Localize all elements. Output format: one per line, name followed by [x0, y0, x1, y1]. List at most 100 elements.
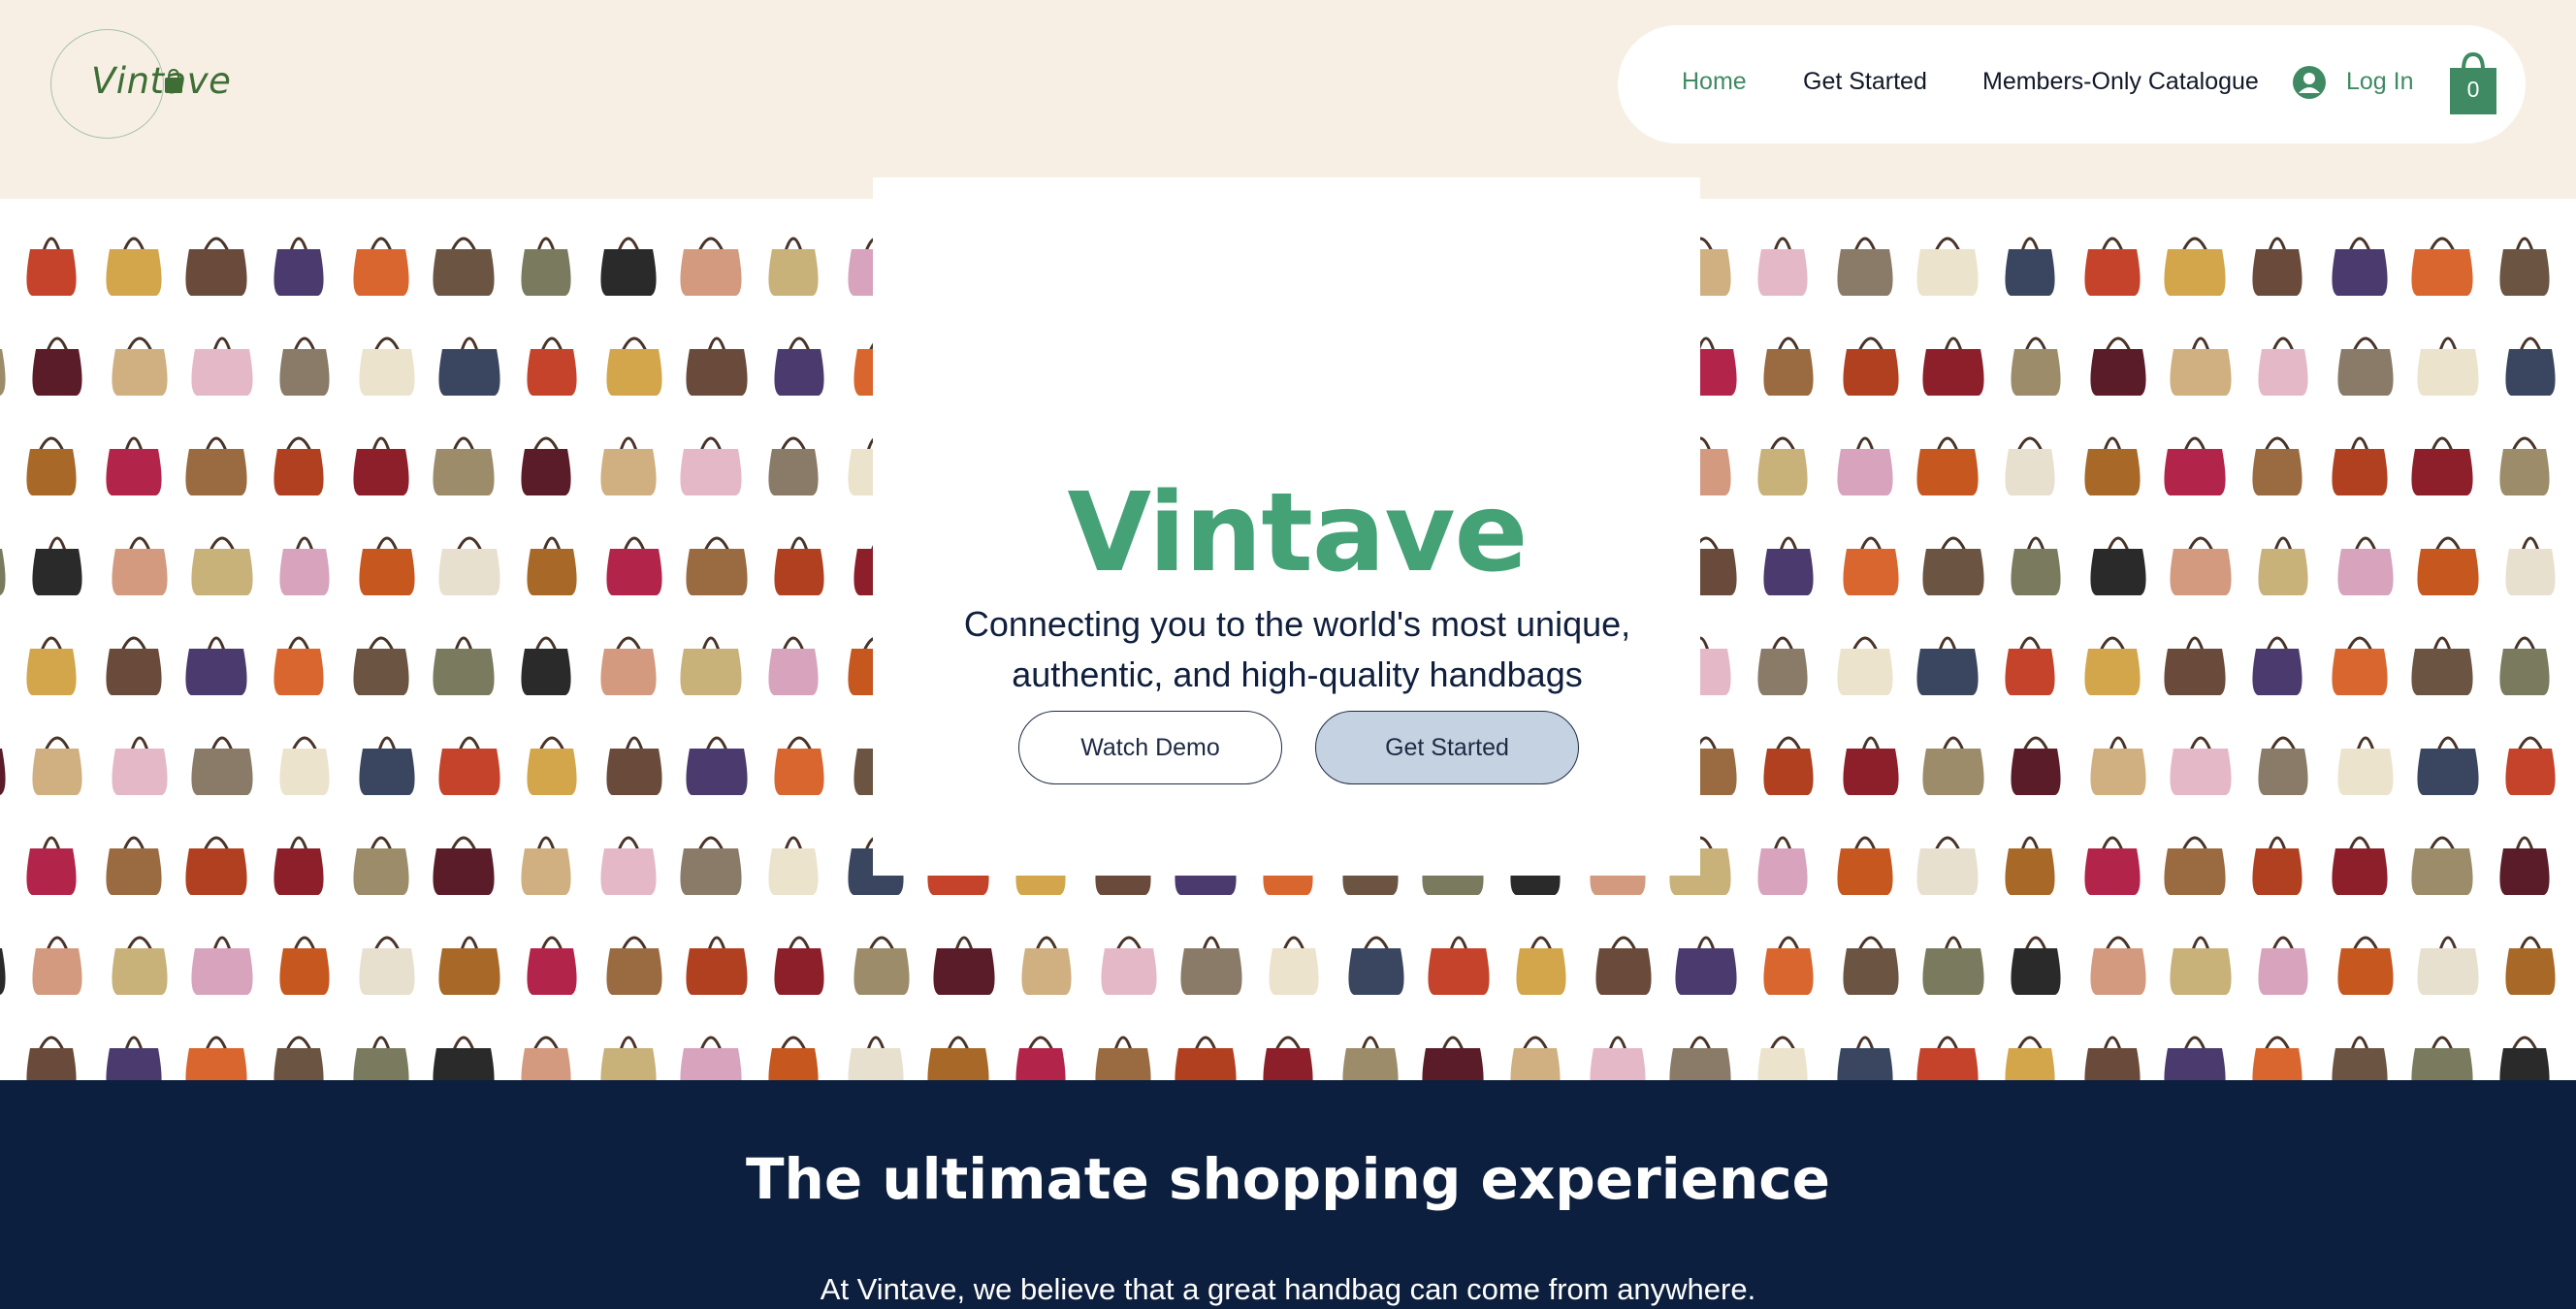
handbag-image — [32, 536, 82, 595]
handbag-image — [1843, 536, 1899, 595]
handbag-image — [600, 237, 657, 296]
handbag-image — [2505, 336, 2556, 396]
handbag-image — [768, 436, 819, 495]
handbag-image — [274, 1036, 324, 1080]
handbag-image — [274, 436, 324, 495]
handbag-image — [274, 237, 324, 296]
handbag-image — [112, 536, 168, 595]
handbag-image — [600, 1036, 657, 1080]
handbag-image — [106, 1036, 162, 1080]
handbag-image — [600, 636, 657, 695]
logo-text[interactable]: Vintave — [91, 60, 231, 102]
handbag-image — [185, 836, 247, 895]
handbag-image — [2411, 636, 2473, 695]
handbag-image — [1590, 1036, 1646, 1080]
user-avatar-icon[interactable] — [2293, 66, 2326, 99]
get-started-button[interactable]: Get Started — [1315, 711, 1579, 784]
hero-title: Vintave — [1067, 470, 1529, 596]
handbag-image — [2011, 536, 2061, 595]
handbag-image — [2258, 536, 2308, 595]
handbag-image — [1916, 1036, 1979, 1080]
nav-home[interactable]: Home — [1682, 68, 1747, 96]
handbag-image — [680, 636, 742, 695]
login-link[interactable]: Log In — [2346, 68, 2414, 96]
handbag-image — [2505, 736, 2556, 795]
handbag-image — [600, 436, 657, 495]
nav-members-catalogue[interactable]: Members-Only Catalogue — [1982, 68, 2259, 96]
handbag-image — [521, 636, 571, 695]
handbag-image — [279, 736, 330, 795]
handbag-image — [2252, 836, 2302, 895]
handbag-image — [2499, 1036, 2550, 1080]
handbag-image — [112, 936, 168, 995]
handbag-image — [1021, 936, 1072, 995]
handbag-image — [2084, 436, 2141, 495]
handbag-image — [185, 237, 247, 296]
handbag-image — [2332, 1036, 2388, 1080]
handbag-image — [2090, 736, 2146, 795]
handbag-image — [1916, 636, 1979, 695]
handbag-image — [521, 836, 571, 895]
handbag-image — [26, 436, 77, 495]
handbag-image — [774, 936, 824, 995]
handbag-image — [848, 1036, 904, 1080]
handbag-image — [2332, 636, 2388, 695]
handbag-image — [353, 836, 409, 895]
handbag-image — [279, 336, 330, 396]
handbag-image — [2411, 436, 2473, 495]
handbag-image — [274, 636, 324, 695]
handbag-image — [2164, 636, 2226, 695]
handbag-image — [1922, 736, 1984, 795]
handbag-image — [2084, 836, 2141, 895]
handbag-image — [853, 936, 910, 995]
handbag-image — [2011, 936, 2061, 995]
handbag-image — [2011, 336, 2061, 396]
handbag-image — [2332, 436, 2388, 495]
handbag-image — [2337, 936, 2394, 995]
handbag-image — [1843, 336, 1899, 396]
handbag-image — [353, 237, 409, 296]
handbag-image — [686, 736, 748, 795]
handbag-image — [2084, 237, 2141, 296]
handbag-image — [353, 436, 409, 495]
handbag-image — [353, 1036, 409, 1080]
handbag-image — [2164, 237, 2226, 296]
handbag-image — [2170, 536, 2232, 595]
handbag-image — [1757, 237, 1808, 296]
handbag-image — [2084, 636, 2141, 695]
handbag-image — [2005, 636, 2055, 695]
handbag-image — [1922, 936, 1984, 995]
handbag-image — [1422, 1036, 1484, 1080]
handbag-image — [26, 636, 77, 695]
handbag-image — [527, 336, 577, 396]
handbag-image — [1843, 936, 1899, 995]
handbag-image — [2258, 736, 2308, 795]
handbag-image — [433, 1036, 495, 1080]
handbag-image — [2170, 936, 2232, 995]
handbag-image — [359, 736, 415, 795]
handbag-image — [1180, 936, 1242, 995]
handbag-image — [521, 1036, 571, 1080]
handbag-image — [606, 936, 662, 995]
handbag-image — [26, 237, 77, 296]
section-title: The ultimate shopping experience — [745, 1146, 1830, 1212]
handbag-image — [1916, 436, 1979, 495]
handbag-image — [1269, 936, 1319, 995]
handbag-image — [2411, 237, 2473, 296]
handbag-image — [680, 237, 742, 296]
handbag-image — [2252, 636, 2302, 695]
handbag-logo-icon — [165, 68, 182, 93]
handbag-image — [1922, 536, 1984, 595]
handbag-image — [680, 1036, 742, 1080]
handbag-image — [2337, 336, 2394, 396]
handbag-image — [2499, 436, 2550, 495]
watch-demo-button[interactable]: Watch Demo — [1018, 711, 1282, 784]
nav-get-started[interactable]: Get Started — [1803, 68, 1927, 96]
handbag-image — [1095, 1036, 1151, 1080]
handbag-image — [521, 237, 571, 296]
handbag-image — [1428, 936, 1490, 995]
handbag-image — [2258, 336, 2308, 396]
handbag-image — [112, 736, 168, 795]
handbag-image — [768, 836, 819, 895]
handbag-image — [26, 1036, 77, 1080]
